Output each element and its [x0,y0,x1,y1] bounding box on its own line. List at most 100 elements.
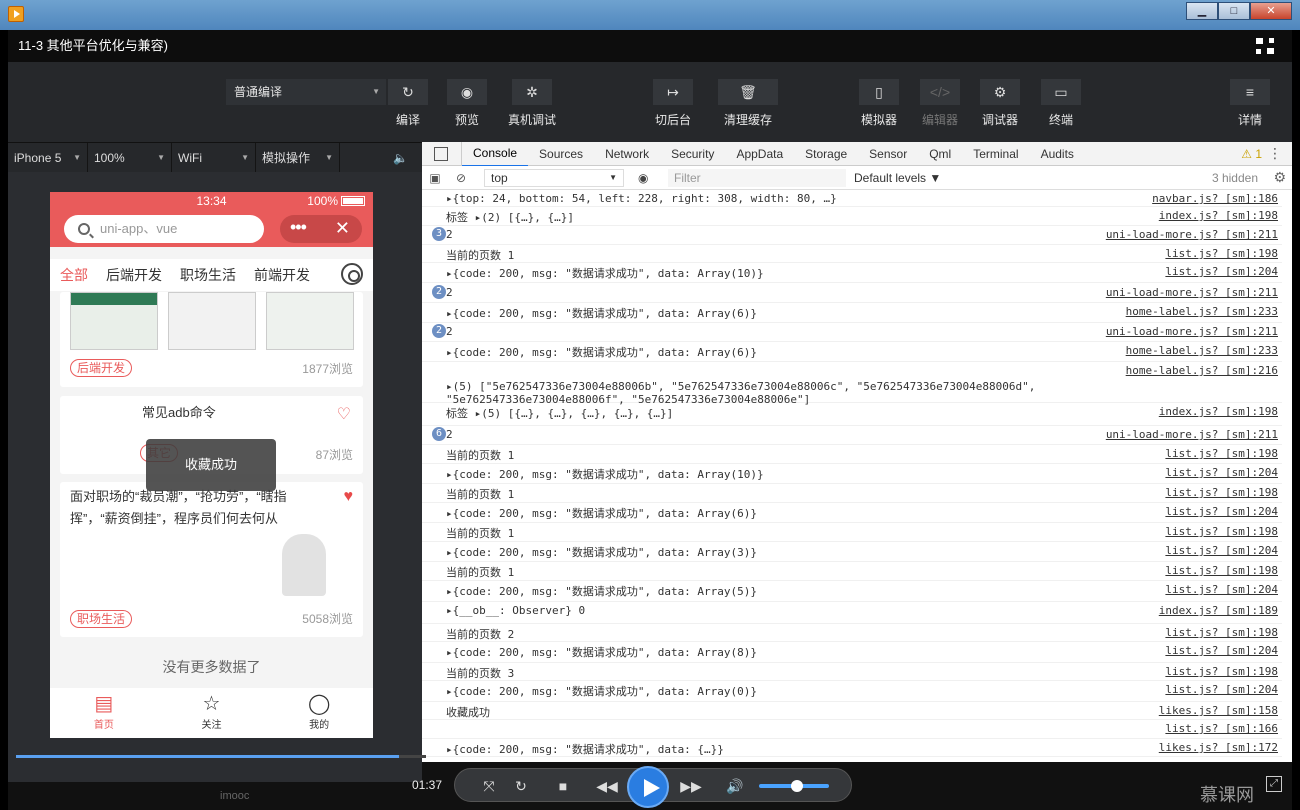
device-select[interactable]: iPhone 5 ▼ [8,143,88,173]
console-message[interactable]: 2 [446,286,453,299]
settings-icon[interactable]: ⚙ [1273,169,1286,186]
remote-debug-button[interactable]: ✲ 真机调试 [508,79,556,128]
source-link[interactable]: list.js? [sm]:166 [1165,722,1278,735]
source-link[interactable]: uni-load-more.js? [sm]:211 [1106,286,1278,299]
console-message[interactable]: 当前的页数 1 [446,525,514,541]
minimize-button[interactable]: ▁ [1186,2,1218,20]
source-link[interactable]: list.js? [sm]:198 [1165,486,1278,499]
inspect-icon[interactable] [422,141,462,166]
console-message[interactable]: 标签 ▸(5) [{…}, {…}, {…}, {…}, {…}] [446,405,673,421]
source-link[interactable]: navbar.js? [sm]:186 [1152,192,1278,205]
nav-profile[interactable]: ◯ 我的 [265,688,373,738]
nav-home[interactable]: ▤ 首页 [50,688,158,738]
article-card[interactable]: 面对职场的“裁员潮”，“抢功劳”，“瞎指挥”，“薪资倒挂”，程序员们何去何从 ♥… [60,482,363,637]
zoom-select[interactable]: 100% ▼ [88,143,172,173]
console-message[interactable]: ▸{code: 200, msg: "数据请求成功", data: Array(… [446,544,757,560]
tab-appdata[interactable]: AppData [725,142,794,166]
tab-console[interactable]: Console [462,141,529,167]
source-link[interactable]: list.js? [sm]:204 [1165,265,1278,278]
source-link[interactable]: list.js? [sm]:198 [1165,665,1278,678]
volume-icon[interactable]: 🔊 [721,774,749,798]
close-icon[interactable]: ✕ [335,218,350,239]
console-message[interactable]: ▸{code: 200, msg: "数据请求成功", data: Array(… [446,505,757,521]
article-card[interactable]: 后端开发 1877浏览 [60,292,363,387]
filter-input[interactable]: Filter [668,168,846,187]
article-tag[interactable]: 后端开发 [70,359,133,377]
source-link[interactable]: list.js? [sm]:204 [1165,544,1278,557]
background-button[interactable]: ↦ 切后台 [653,79,693,128]
heart-outline-icon[interactable]: ♡ [337,404,351,424]
console-message[interactable]: ▸{code: 200, msg: "数据请求成功", data: Array(… [446,344,757,360]
source-link[interactable]: likes.js? [sm]:172 [1159,741,1278,754]
source-link[interactable]: index.js? [sm]:198 [1159,209,1278,222]
source-link[interactable]: list.js? [sm]:198 [1165,247,1278,260]
source-link[interactable]: list.js? [sm]:198 [1165,525,1278,538]
shuffle-icon[interactable]: ⤧ [475,774,503,798]
settings-gear-icon[interactable] [341,263,363,285]
tab-audits[interactable]: Audits [1030,142,1085,166]
tab-all[interactable]: 全部 [60,265,88,285]
fullscreen-icon[interactable] [1256,38,1274,54]
more-icon[interactable]: ••• [290,217,307,238]
console-message[interactable]: ▸{code: 200, msg: "数据请求成功", data: Array(… [446,644,757,660]
expand-icon[interactable]: ⤢ [1266,776,1282,792]
more-vert-icon[interactable]: ⋮ [1268,145,1282,162]
article-tag[interactable]: 职场生活 [70,610,133,628]
source-link[interactable]: home-label.js? [sm]:216 [1126,364,1278,377]
source-link[interactable]: uni-load-more.js? [sm]:211 [1106,428,1278,441]
source-link[interactable]: list.js? [sm]:204 [1165,583,1278,596]
console-message[interactable]: 2 [446,228,453,241]
tab-security[interactable]: Security [660,142,725,166]
stop-icon[interactable]: ■ [549,774,577,798]
sound-icon[interactable]: 🔈 [340,143,422,173]
source-link[interactable]: list.js? [sm]:204 [1165,466,1278,479]
source-link[interactable]: uni-load-more.js? [sm]:211 [1106,228,1278,241]
console-message[interactable]: ▸{code: 200, msg: "数据请求成功", data: Array(… [446,265,764,281]
tab-career[interactable]: 职场生活 [180,265,236,285]
console-message[interactable]: 当前的页数 1 [446,247,514,263]
nav-follow[interactable]: ☆ 关注 [158,688,266,738]
console-message[interactable]: 当前的页数 1 [446,486,514,502]
console-message[interactable]: 2 [446,325,453,338]
tab-sources[interactable]: Sources [528,142,594,166]
console-message[interactable]: ▸{__ob__: Observer} 0 [446,604,585,617]
tab-sensor[interactable]: Sensor [858,142,918,166]
compile-mode-select[interactable]: 普通编译 ▼ [226,79,386,105]
ops-select[interactable]: 模拟操作 ▼ [256,143,340,173]
play-button[interactable] [627,766,669,808]
details-button[interactable]: ≡ 详情 [1230,79,1270,128]
source-link[interactable]: list.js? [sm]:198 [1165,447,1278,460]
tab-qml[interactable]: Qml [918,142,962,166]
source-link[interactable]: index.js? [sm]:198 [1159,405,1278,418]
repeat-icon[interactable]: ↻ [507,774,535,798]
source-link[interactable]: list.js? [sm]:204 [1165,505,1278,518]
clear-console-icon[interactable]: ⊘ [448,171,474,185]
console-message[interactable]: 标签 ▸(2) [{…}, {…}] [446,209,574,225]
simulator-button[interactable]: ▯ 模拟器 [859,79,899,128]
source-link[interactable]: list.js? [sm]:204 [1165,683,1278,696]
warning-badge[interactable]: ⚠ 1 [1241,147,1262,161]
terminal-button[interactable]: ▭ 终端 [1041,79,1081,128]
console-message[interactable]: 当前的页数 1 [446,564,514,580]
console-message[interactable]: ▸{code: 200, msg: "数据请求成功", data: Array(… [446,466,764,482]
source-link[interactable]: list.js? [sm]:198 [1165,564,1278,577]
sidebar-toggle-icon[interactable]: ▣ [422,171,448,185]
volume-knob[interactable] [791,780,803,792]
editor-button[interactable]: </> 编辑器 [920,79,960,128]
fast-forward-icon[interactable]: ▶▶ [677,774,705,798]
tab-storage[interactable]: Storage [794,142,858,166]
source-link[interactable]: list.js? [sm]:198 [1165,626,1278,639]
video-progress-bar[interactable] [16,751,426,763]
console-message[interactable]: ▸{code: 200, msg: "数据请求成功", data: {…}} [446,741,724,757]
console-message[interactable]: ▸{code: 200, msg: "数据请求成功", data: Array(… [446,583,757,599]
context-select[interactable]: top ▼ [484,168,624,187]
tab-frontend[interactable]: 前端开发 [254,265,310,285]
clear-cache-button[interactable]: 🗑 清理缓存 [718,79,778,128]
console-message[interactable]: 当前的页数 2 [446,626,514,642]
console-message[interactable]: ▸{code: 200, msg: "数据请求成功", data: Array(… [446,683,757,699]
console-message[interactable]: ▸{top: 24, bottom: 54, left: 228, right:… [446,192,837,205]
console-message[interactable]: 2 [446,428,453,441]
maximize-button[interactable]: □ [1218,2,1250,20]
console-message[interactable]: ▸{code: 200, msg: "数据请求成功", data: Array(… [446,305,757,321]
source-link[interactable]: list.js? [sm]:204 [1165,644,1278,657]
